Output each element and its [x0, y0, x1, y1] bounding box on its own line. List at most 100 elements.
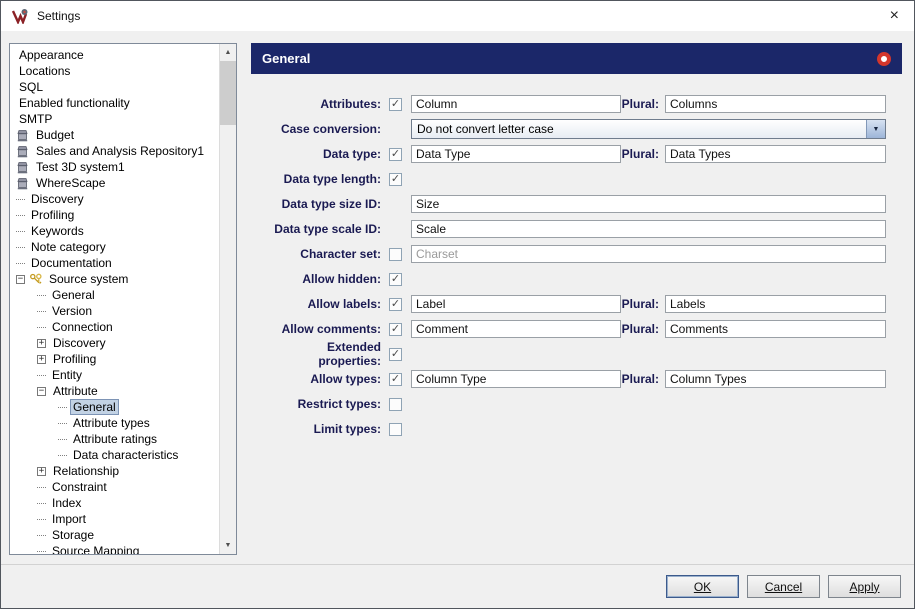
tree-item-note-category[interactable]: Note category	[10, 239, 219, 255]
allow-types-input[interactable]	[411, 370, 621, 388]
tree-item-documentation[interactable]: Documentation	[10, 255, 219, 271]
tree-item-label: Constraint	[52, 480, 107, 494]
tree-item-entity[interactable]: Entity	[10, 367, 219, 383]
allow-types-checkbox[interactable]: ✓	[389, 372, 402, 386]
tree-item-label: SMTP	[19, 112, 53, 126]
collapse-icon[interactable]: −	[37, 386, 46, 396]
tree-item-label: Test 3D system1	[36, 160, 125, 174]
allow-labels-label: Allow labels:	[307, 297, 381, 311]
dropdown-selected-value: Do not convert letter case	[417, 122, 554, 136]
tree-item-attribute[interactable]: − Attribute	[10, 383, 219, 399]
field-row-allow-labels: Allow labels: ✓ Plural:	[263, 295, 886, 313]
chevron-down-icon[interactable]: ▼	[866, 120, 885, 138]
allow-labels-checkbox[interactable]: ✓	[389, 297, 402, 311]
allow-comments-plural-input[interactable]	[665, 320, 886, 338]
tree-item-enabled-functionality[interactable]: Enabled functionality	[10, 95, 219, 111]
tree-item-label: Relationship	[53, 464, 120, 478]
checkbox-cell: ✓	[389, 372, 411, 386]
expand-icon[interactable]: +	[37, 338, 46, 348]
tree-item-sql[interactable]: SQL	[10, 79, 219, 95]
tree-item-connection[interactable]: Connection	[10, 319, 219, 335]
tree-item-source-system[interactable]: − Source system	[10, 271, 219, 287]
tree-item-wherescape[interactable]: WhereScape	[10, 175, 219, 191]
tree-item-discovery[interactable]: Discovery	[10, 191, 219, 207]
repository-icon	[16, 145, 30, 158]
allow-comments-input[interactable]	[411, 320, 621, 338]
titlebar: Settings ×	[1, 1, 914, 31]
tree-item-label: Sales and Analysis Repository1	[36, 144, 205, 158]
tree-item-attribute-types[interactable]: Attribute types	[10, 415, 219, 431]
extended-properties-checkbox[interactable]: ✓	[389, 347, 402, 361]
tree-item-source-mapping[interactable]: Source Mapping	[10, 543, 219, 554]
field-row-data-type-scale-id: Data type scale ID:	[263, 220, 886, 238]
tree-item-general[interactable]: General	[10, 287, 219, 303]
tree-item-sales-and-analysis-repository1[interactable]: Sales and Analysis Repository1	[10, 143, 219, 159]
tree-item-data-characteristics[interactable]: Data characteristics	[10, 447, 219, 463]
tree-item-discovery[interactable]: + Discovery	[10, 335, 219, 351]
tree-item-version[interactable]: Version	[10, 303, 219, 319]
tree-item-budget[interactable]: Budget	[10, 127, 219, 143]
character-set-checkbox[interactable]	[389, 247, 402, 261]
allow-labels-plural-input[interactable]	[665, 295, 886, 313]
tree-item-label: Connection	[52, 320, 113, 334]
restrict-types-checkbox[interactable]	[389, 397, 402, 411]
tree-item-label: Source system	[49, 272, 129, 286]
tree-line	[37, 374, 46, 376]
data-type-checkbox[interactable]: ✓	[389, 147, 402, 161]
tree-item-smtp[interactable]: SMTP	[10, 111, 219, 127]
tree-item-locations[interactable]: Locations	[10, 63, 219, 79]
ok-button[interactable]: OK	[666, 575, 739, 598]
allow-labels-input[interactable]	[411, 295, 621, 313]
cancel-button[interactable]: Cancel	[747, 575, 820, 598]
tree-item-general[interactable]: General	[10, 399, 219, 415]
tree-item-storage[interactable]: Storage	[10, 527, 219, 543]
tree-item-label: SQL	[19, 80, 44, 94]
scroll-thumb[interactable]	[220, 61, 236, 125]
checkbox-cell	[389, 397, 411, 411]
expand-icon[interactable]: +	[37, 466, 46, 476]
apply-button[interactable]: Apply	[828, 575, 901, 598]
tree-item-attribute-ratings[interactable]: Attribute ratings	[10, 431, 219, 447]
data-type-input[interactable]	[411, 145, 621, 163]
tree-item-test-3d-system1[interactable]: Test 3D system1	[10, 159, 219, 175]
checkbox-cell: ✓	[389, 97, 411, 111]
data-type-plural-input[interactable]	[665, 145, 886, 163]
tree-scrollbar[interactable]: ▲ ▼	[219, 44, 236, 554]
tree-item-index[interactable]: Index	[10, 495, 219, 511]
data-type-scale-id-input[interactable]	[411, 220, 886, 238]
character-set-input[interactable]	[411, 245, 886, 263]
checkbox-cell: ✓	[389, 297, 411, 311]
collapse-icon[interactable]: −	[16, 274, 25, 284]
tree-item-label: Enabled functionality	[19, 96, 130, 110]
data-type-length-checkbox[interactable]: ✓	[389, 172, 402, 186]
allow-labels-plural-label: Plural:	[621, 297, 659, 311]
limit-types-checkbox[interactable]	[389, 422, 402, 436]
attributes-input[interactable]	[411, 95, 621, 113]
tree-item-label: Discovery	[31, 192, 84, 206]
tree-line	[58, 438, 67, 440]
case-conversion-dropdown[interactable]: Do not convert letter case ▼	[411, 119, 886, 139]
tree-line	[16, 214, 25, 216]
close-icon[interactable]: ×	[887, 8, 902, 24]
tree-item-appearance[interactable]: Appearance	[10, 47, 219, 63]
allow-comments-checkbox[interactable]: ✓	[389, 322, 402, 336]
scroll-down-icon[interactable]: ▼	[220, 537, 236, 554]
attributes-checkbox[interactable]: ✓	[389, 97, 402, 111]
expand-icon[interactable]: +	[37, 354, 46, 364]
tree-item-keywords[interactable]: Keywords	[10, 223, 219, 239]
data-type-size-id-input[interactable]	[411, 195, 886, 213]
tree-line	[37, 534, 46, 536]
tree-item-profiling[interactable]: + Profiling	[10, 351, 219, 367]
tree-item-profiling[interactable]: Profiling	[10, 207, 219, 223]
tree-item-import[interactable]: Import	[10, 511, 219, 527]
allow-hidden-checkbox[interactable]: ✓	[389, 272, 402, 286]
tree-item-relationship[interactable]: + Relationship	[10, 463, 219, 479]
data-type-label: Data type:	[322, 147, 381, 161]
panel-header: General	[251, 43, 902, 74]
settings-tree-panel: Appearance Locations SQL Enabled functional…	[9, 43, 237, 555]
attributes-plural-input[interactable]	[665, 95, 886, 113]
settings-window: Settings × Appearance Locations SQL Enabled…	[0, 0, 915, 609]
tree-item-constraint[interactable]: Constraint	[10, 479, 219, 495]
allow-types-plural-input[interactable]	[665, 370, 886, 388]
scroll-up-icon[interactable]: ▲	[220, 44, 236, 61]
